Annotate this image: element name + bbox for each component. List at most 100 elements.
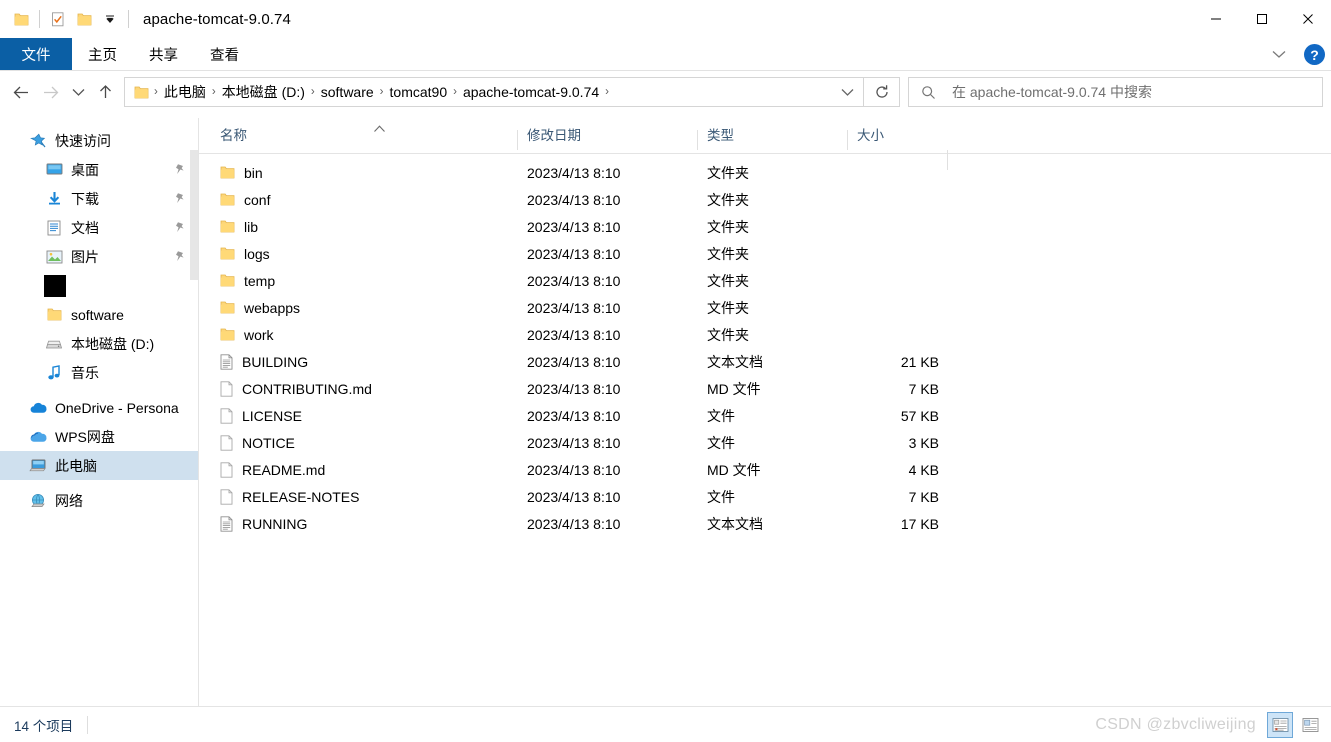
refresh-button[interactable]	[864, 77, 900, 107]
table-row[interactable]: bin 2023/4/13 8:10 文件夹	[199, 159, 1331, 186]
address-history-dropdown-icon[interactable]	[831, 78, 863, 106]
folder-icon	[220, 328, 235, 341]
table-row[interactable]: lib 2023/4/13 8:10 文件夹	[199, 213, 1331, 240]
tab-home[interactable]: 主页	[72, 38, 133, 71]
file-name-cell: work	[199, 327, 517, 343]
new-folder-icon[interactable]	[71, 6, 97, 32]
tab-view[interactable]: 查看	[194, 38, 255, 71]
sidebar-item-software[interactable]: software	[0, 300, 198, 329]
breadcrumb-item-0[interactable]: 此电脑	[160, 82, 210, 102]
help-icon[interactable]: ?	[1304, 44, 1325, 65]
sidebar-item-label: OneDrive - Persona	[55, 399, 179, 416]
sidebar-item-label: 本地磁盘 (D:)	[71, 335, 155, 352]
file-name-label: BUILDING	[242, 353, 309, 370]
table-row[interactable]: RUNNING 2023/4/13 8:10 文本文档 17 KB	[199, 510, 1331, 537]
sidebar-item-quick-access[interactable]: 快速访问	[0, 126, 198, 155]
table-row[interactable]: BUILDING 2023/4/13 8:10 文本文档 21 KB	[199, 348, 1331, 375]
maximize-button[interactable]	[1239, 0, 1285, 38]
sidebar-item-pictures[interactable]: 图片	[0, 242, 198, 271]
sidebar-item-label: software	[71, 306, 124, 323]
up-button[interactable]	[90, 77, 120, 107]
sidebar-item-downloads[interactable]: 下载	[0, 184, 198, 213]
large-icons-view-button[interactable]	[1297, 712, 1323, 738]
column-header-extra[interactable]	[947, 144, 959, 170]
tab-share[interactable]: 共享	[133, 38, 194, 71]
forward-button[interactable]	[36, 77, 66, 107]
breadcrumb-separator-5[interactable]: ›	[603, 86, 611, 98]
file-name-label: README.md	[242, 461, 326, 478]
details-view-button[interactable]	[1267, 712, 1293, 738]
search-box[interactable]: 在 apache-tomcat-9.0.74 中搜索	[908, 77, 1323, 107]
table-row[interactable]: RELEASE-NOTES 2023/4/13 8:10 文件 7 KB	[199, 483, 1331, 510]
table-row[interactable]: CONTRIBUTING.md 2023/4/13 8:10 MD 文件 7 K…	[199, 375, 1331, 402]
tab-file[interactable]: 文件	[0, 38, 72, 71]
file-rows: bin 2023/4/13 8:10 文件夹 conf 2023/4/13 8:…	[199, 154, 1331, 706]
pin-icon[interactable]	[175, 250, 186, 263]
file-name-cell: lib	[199, 219, 517, 235]
tab-share-label: 共享	[149, 48, 178, 64]
sidebar-item-label: 下载	[71, 190, 99, 207]
table-row[interactable]: LICENSE 2023/4/13 8:10 文件 57 KB	[199, 402, 1331, 429]
sidebar-item-music[interactable]: 音乐	[0, 358, 198, 387]
table-row[interactable]: work 2023/4/13 8:10 文件夹	[199, 321, 1331, 348]
breadcrumb-separator-4[interactable]: ›	[451, 86, 459, 98]
help-label: ?	[1310, 46, 1319, 63]
sidebar-item-redacted[interactable]	[0, 271, 198, 300]
column-header-name[interactable]: 名称	[199, 124, 517, 153]
documents-icon	[44, 218, 64, 238]
folder-icon	[44, 305, 64, 325]
properties-icon[interactable]	[45, 6, 71, 32]
blank-file-icon	[220, 380, 233, 397]
this-pc-icon	[28, 456, 48, 476]
sidebar-item-local-disk-d[interactable]: 本地磁盘 (D:)	[0, 329, 198, 358]
breadcrumb-item-1[interactable]: 本地磁盘 (D:)	[218, 82, 309, 102]
sidebar-item-wps-cloud[interactable]: WPS网盘	[0, 422, 198, 451]
sidebar-item-desktop[interactable]: 桌面	[0, 155, 198, 184]
close-button[interactable]	[1285, 0, 1331, 38]
sidebar-item-onedrive[interactable]: OneDrive - Persona	[0, 393, 198, 422]
navigation-pane-scrollbar[interactable]	[190, 150, 198, 280]
table-row[interactable]: NOTICE 2023/4/13 8:10 文件 3 KB	[199, 429, 1331, 456]
recent-locations-button[interactable]	[66, 77, 90, 107]
breadcrumb-bar[interactable]: › 此电脑 › 本地磁盘 (D:) › software › tomcat90 …	[124, 77, 864, 107]
pin-icon[interactable]	[175, 221, 186, 234]
table-row[interactable]: conf 2023/4/13 8:10 文件夹	[199, 186, 1331, 213]
pin-icon[interactable]	[175, 163, 186, 176]
breadcrumb-item-2[interactable]: software	[317, 84, 378, 100]
sort-ascending-icon	[373, 124, 386, 133]
window-controls	[1193, 0, 1331, 38]
table-row[interactable]: README.md 2023/4/13 8:10 MD 文件 4 KB	[199, 456, 1331, 483]
file-name-label: LICENSE	[242, 407, 302, 424]
back-button[interactable]	[6, 77, 36, 107]
folder-icon[interactable]	[8, 6, 34, 32]
breadcrumb-folder-icon	[132, 86, 152, 99]
pin-icon[interactable]	[175, 192, 186, 205]
column-header-date[interactable]: 修改日期	[517, 124, 697, 153]
table-row[interactable]: temp 2023/4/13 8:10 文件夹	[199, 267, 1331, 294]
folder-icon	[220, 166, 235, 179]
breadcrumb-separator-0[interactable]: ›	[152, 86, 160, 98]
breadcrumb-item-4[interactable]: apache-tomcat-9.0.74	[459, 84, 603, 100]
breadcrumb-item-3[interactable]: tomcat90	[386, 84, 452, 100]
file-name-cell: webapps	[199, 300, 517, 316]
column-header-type-label: 类型	[707, 128, 734, 143]
search-input[interactable]: 在 apache-tomcat-9.0.74 中搜索	[952, 82, 1152, 102]
breadcrumb-separator-2[interactable]: ›	[309, 86, 317, 98]
column-header-type[interactable]: 类型	[697, 124, 847, 153]
customize-dropdown-icon[interactable]	[97, 6, 123, 32]
network-icon	[28, 491, 48, 511]
sidebar-item-documents[interactable]: 文档	[0, 213, 198, 242]
chevron-down-icon[interactable]	[1264, 50, 1294, 59]
minimize-button[interactable]	[1193, 0, 1239, 38]
sidebar-item-this-pc[interactable]: 此电脑	[0, 451, 198, 480]
breadcrumb-separator-1[interactable]: ›	[210, 86, 218, 98]
tab-file-label: 文件	[21, 48, 51, 64]
file-name-cell: RELEASE-NOTES	[199, 489, 517, 505]
breadcrumb-separator-3[interactable]: ›	[378, 86, 386, 98]
sidebar-item-label: 文档	[71, 219, 99, 236]
sidebar-item-network[interactable]: 网络	[0, 486, 198, 515]
column-header-size[interactable]: 大小	[847, 124, 947, 153]
table-row[interactable]: webapps 2023/4/13 8:10 文件夹	[199, 294, 1331, 321]
table-row[interactable]: logs 2023/4/13 8:10 文件夹	[199, 240, 1331, 267]
file-name-label: conf	[244, 191, 271, 208]
